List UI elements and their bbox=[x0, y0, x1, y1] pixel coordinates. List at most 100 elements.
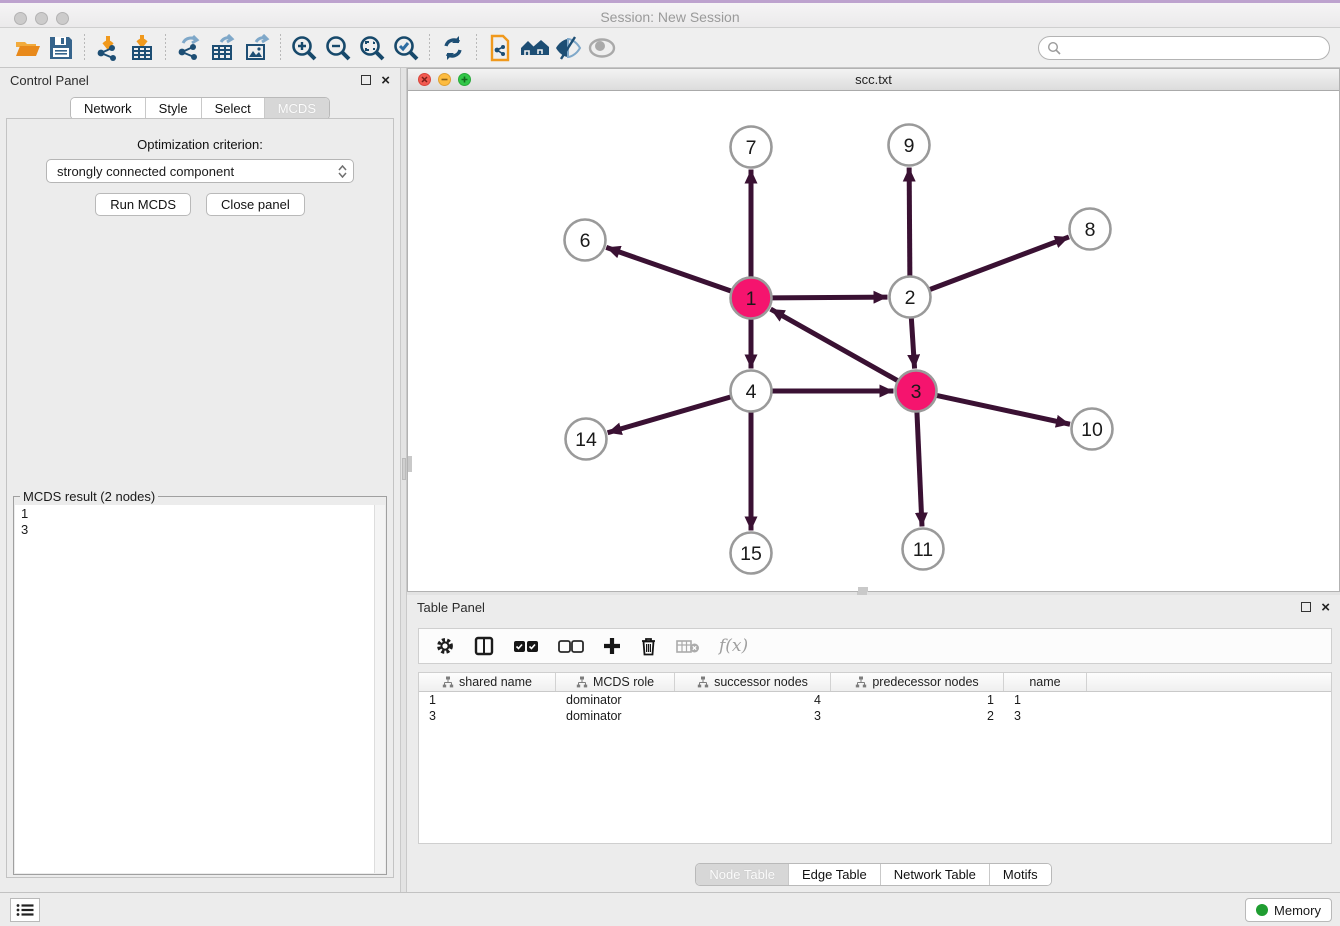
graph-edge-2-9[interactable] bbox=[909, 167, 910, 276]
float-panel-icon[interactable] bbox=[1301, 602, 1311, 612]
column-type-icon bbox=[855, 676, 867, 688]
select-all-columns-button[interactable] bbox=[513, 640, 539, 653]
workspace: scc.txt 1234678910111415 Table Panel × bbox=[407, 68, 1340, 892]
graph-node-9[interactable]: 9 bbox=[889, 125, 930, 166]
tab-node-table[interactable]: Node Table bbox=[696, 864, 788, 885]
graph-edge-1-6[interactable] bbox=[606, 247, 731, 291]
home-button[interactable] bbox=[517, 32, 551, 64]
column-type-icon bbox=[697, 676, 709, 688]
graph-node-14[interactable]: 14 bbox=[566, 419, 607, 460]
graph-edge-2-3[interactable] bbox=[911, 317, 914, 368]
tab-edge-table[interactable]: Edge Table bbox=[788, 864, 880, 885]
save-session-button[interactable] bbox=[44, 32, 78, 64]
zoom-out-icon bbox=[323, 33, 353, 63]
cell-successor-nodes[interactable]: 4 bbox=[675, 693, 831, 707]
mcds-result-list[interactable]: 13 bbox=[15, 505, 385, 873]
memory-button[interactable]: Memory bbox=[1245, 898, 1332, 922]
graph-node-8[interactable]: 8 bbox=[1070, 209, 1111, 250]
control-panel: Control Panel × NetworkStyleSelectMCDS O… bbox=[0, 68, 400, 892]
tab-network-table[interactable]: Network Table bbox=[880, 864, 989, 885]
list-icon bbox=[16, 903, 34, 917]
run-mcds-button[interactable]: Run MCDS bbox=[95, 193, 191, 216]
open-folder-icon bbox=[13, 34, 41, 62]
toolbar-separator bbox=[429, 34, 430, 62]
graph-edge-3-10[interactable] bbox=[936, 395, 1070, 424]
cell-shared-name[interactable]: 3 bbox=[419, 709, 556, 723]
import-table-button[interactable] bbox=[125, 32, 159, 64]
graph-edge-3-11[interactable] bbox=[917, 411, 922, 526]
close-panel-icon[interactable]: × bbox=[381, 73, 390, 88]
tab-network[interactable]: Network bbox=[71, 98, 145, 119]
plus-icon bbox=[603, 637, 621, 655]
cell-MCDS-role[interactable]: dominator bbox=[556, 709, 675, 723]
graph-edge-2-8[interactable] bbox=[929, 237, 1069, 290]
column-header-predecessor-nodes[interactable]: predecessor nodes bbox=[831, 673, 1004, 691]
search-input[interactable] bbox=[1065, 40, 1321, 55]
search-box[interactable] bbox=[1038, 36, 1330, 60]
close-panel-button[interactable]: Close panel bbox=[206, 193, 305, 216]
graph-edge-1-2[interactable] bbox=[771, 297, 887, 298]
graph-node-15[interactable]: 15 bbox=[731, 533, 772, 574]
export-table-button[interactable] bbox=[206, 32, 240, 64]
cell-successor-nodes[interactable]: 3 bbox=[675, 709, 831, 723]
export-image-button[interactable] bbox=[240, 32, 274, 64]
delete-column-button[interactable] bbox=[640, 637, 657, 656]
graph-node-4[interactable]: 4 bbox=[731, 371, 772, 412]
svg-text:8: 8 bbox=[1085, 219, 1096, 241]
vertical-splitter[interactable] bbox=[400, 68, 407, 892]
column-header-successor-nodes[interactable]: successor nodes bbox=[675, 673, 831, 691]
zoom-selected-button[interactable] bbox=[389, 32, 423, 64]
table-row[interactable]: 3dominator323 bbox=[419, 708, 1331, 724]
cell-name[interactable]: 1 bbox=[1004, 693, 1087, 707]
cell-shared-name[interactable]: 1 bbox=[419, 693, 556, 707]
float-panel-icon[interactable] bbox=[361, 75, 371, 85]
table-body: 1dominator4113dominator323 bbox=[419, 692, 1331, 724]
import-network-button[interactable] bbox=[91, 32, 125, 64]
cell-name[interactable]: 3 bbox=[1004, 709, 1087, 723]
graph-node-10[interactable]: 10 bbox=[1072, 409, 1113, 450]
column-header-MCDS-role[interactable]: MCDS role bbox=[556, 673, 675, 691]
graph-node-1[interactable]: 1 bbox=[731, 278, 772, 319]
zoom-fit-button[interactable] bbox=[355, 32, 389, 64]
bird-view-button[interactable] bbox=[585, 32, 619, 64]
zoom-in-button[interactable] bbox=[287, 32, 321, 64]
table-options-button[interactable] bbox=[435, 636, 455, 656]
graph-node-3[interactable]: 3 bbox=[896, 371, 937, 412]
graph-node-7[interactable]: 7 bbox=[731, 127, 772, 168]
network-window-titlebar[interactable]: scc.txt bbox=[408, 69, 1339, 91]
criterion-dropdown[interactable]: strongly connected component bbox=[46, 159, 354, 183]
open-session-button[interactable] bbox=[10, 32, 44, 64]
cell-MCDS-role[interactable]: dominator bbox=[556, 693, 675, 707]
close-panel-icon[interactable]: × bbox=[1321, 600, 1330, 615]
graph-node-11[interactable]: 11 bbox=[903, 529, 944, 570]
tab-mcds[interactable]: MCDS bbox=[264, 98, 329, 119]
network-canvas[interactable]: 1 2 3 4 6 7 8 9 10 11 14 15 bbox=[408, 91, 1339, 591]
column-header-name[interactable]: name bbox=[1004, 673, 1087, 691]
export-network-button[interactable] bbox=[172, 32, 206, 64]
tab-motifs[interactable]: Motifs bbox=[989, 864, 1051, 885]
task-history-button[interactable] bbox=[10, 898, 40, 922]
graph-edge-3-1[interactable] bbox=[771, 309, 899, 381]
graphics-details-button[interactable] bbox=[551, 32, 585, 64]
graph-edge-4-14[interactable] bbox=[608, 397, 732, 433]
svg-text:9: 9 bbox=[904, 135, 915, 157]
toolbar-separator bbox=[280, 34, 281, 62]
zoom-out-button[interactable] bbox=[321, 32, 355, 64]
delete-table-button bbox=[676, 639, 700, 654]
column-type-icon bbox=[442, 676, 454, 688]
apply-layout-button[interactable] bbox=[436, 32, 470, 64]
cell-predecessor-nodes[interactable]: 2 bbox=[831, 709, 1004, 723]
toolbar-separator bbox=[165, 34, 166, 62]
column-panel-button[interactable] bbox=[474, 636, 494, 656]
graph-node-2[interactable]: 2 bbox=[890, 277, 931, 318]
graph-node-6[interactable]: 6 bbox=[565, 220, 606, 261]
cell-predecessor-nodes[interactable]: 1 bbox=[831, 693, 1004, 707]
tab-style[interactable]: Style bbox=[145, 98, 201, 119]
table-row[interactable]: 1dominator411 bbox=[419, 692, 1331, 708]
create-column-button[interactable] bbox=[603, 637, 621, 655]
network-from-file-button[interactable] bbox=[483, 32, 517, 64]
mcds-result-scrollbar[interactable] bbox=[374, 505, 385, 873]
column-header-shared-name[interactable]: shared name bbox=[419, 673, 556, 691]
tab-select[interactable]: Select bbox=[201, 98, 264, 119]
unselect-all-columns-button[interactable] bbox=[558, 640, 584, 653]
